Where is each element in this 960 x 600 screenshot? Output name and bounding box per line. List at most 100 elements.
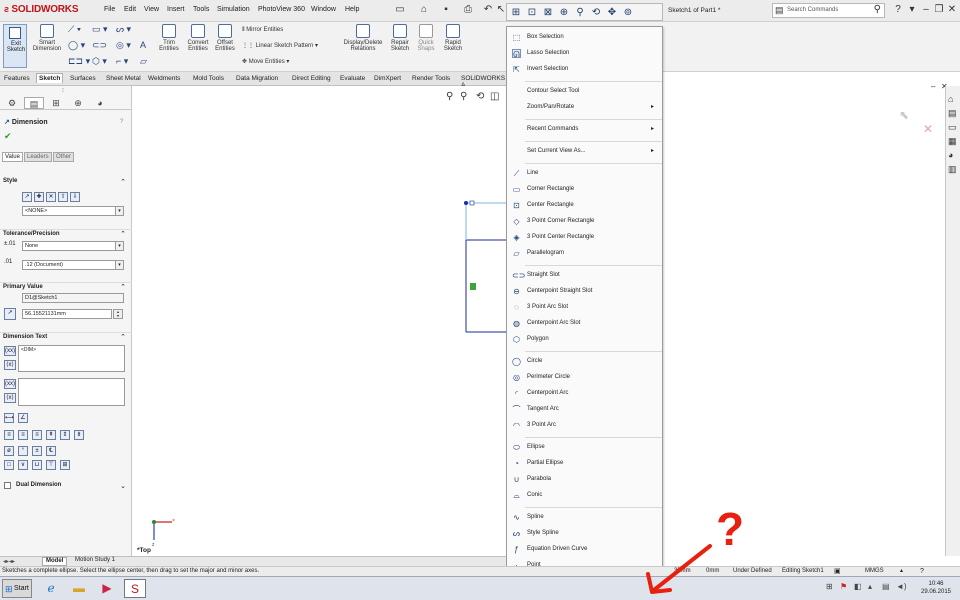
rapid-sketch-button[interactable]: Rapid Sketch bbox=[440, 24, 466, 52]
tab-render-tools[interactable]: Render Tools bbox=[410, 74, 452, 83]
line-tool-icon[interactable]: ⟋ ▾ bbox=[68, 24, 81, 35]
justify-bottom-icon[interactable]: ⇟ bbox=[74, 430, 84, 440]
tab-scroll-arrows-icon[interactable]: ◂▸◂▸ bbox=[3, 558, 15, 565]
rectangle-tool-icon[interactable]: ▭ ▾ bbox=[92, 24, 108, 35]
repair-sketch-button[interactable]: Repair Sketch bbox=[388, 24, 412, 52]
start-button[interactable]: ⊞ Start bbox=[2, 579, 32, 598]
menu-item-3-point-center-rectangle[interactable]: ◈ 3 Point Center Rectangle bbox=[507, 230, 662, 244]
display-delete-relations-button[interactable]: Display/Delete Relations bbox=[340, 24, 386, 52]
center-text-icon[interactable]: ⟷ bbox=[4, 413, 14, 423]
tab-weldments[interactable]: Weldments bbox=[146, 74, 182, 83]
view-orientation-icon[interactable]: ⊚ bbox=[622, 7, 634, 18]
tab-data-migration[interactable]: Data Migration bbox=[234, 74, 280, 83]
spline-tool-icon[interactable]: ᔕ ▾ bbox=[116, 24, 131, 35]
menu-edit[interactable]: Edit bbox=[124, 6, 136, 13]
subtab-value[interactable]: Value bbox=[2, 152, 23, 162]
graphics-area-right[interactable]: – ✕ ⬉ ✕ bbox=[663, 82, 948, 556]
mirror-entities-button[interactable]: ⫴ Mirror Entities bbox=[242, 27, 283, 34]
linear-sketch-pattern-button[interactable]: ⋮⋮ Linear Sketch Pattern ▾ bbox=[242, 42, 318, 49]
file-explorer-icon[interactable]: ▭ bbox=[948, 122, 957, 133]
primary-value-section-header[interactable]: Primary Value ⌃ bbox=[0, 282, 132, 291]
menu-item-lasso-selection[interactable]: ᘏ Lasso Selection bbox=[507, 46, 662, 60]
degree-symbol-icon[interactable]: ° bbox=[18, 446, 28, 456]
subtab-other[interactable]: Other bbox=[53, 152, 75, 162]
square-symbol-icon[interactable]: □ bbox=[4, 460, 14, 470]
angle-text-icon[interactable]: ∠ bbox=[18, 413, 28, 423]
minimize-icon[interactable]: – bbox=[920, 4, 932, 16]
dimension-text-area-bottom[interactable] bbox=[18, 378, 125, 406]
help-dropdown-icon[interactable]: ▾ bbox=[906, 4, 918, 16]
menu-tools[interactable]: Tools bbox=[193, 6, 209, 13]
menu-item-parabola[interactable]: ∪ Parabola bbox=[507, 472, 662, 486]
open-document-icon[interactable]: ⌂ bbox=[418, 4, 430, 16]
fillet-tool-icon[interactable]: ⌐ ▾ bbox=[116, 56, 128, 67]
menu-item-conic[interactable]: ⌓ Conic bbox=[507, 488, 662, 502]
menu-item-3-point-corner-rectangle[interactable]: ◇ 3 Point Corner Rectangle bbox=[507, 214, 662, 228]
justify-middle-icon[interactable]: ⇕ bbox=[60, 430, 70, 440]
menu-item-centerpoint-arc[interactable]: ◜ Centerpoint Arc bbox=[507, 386, 662, 400]
tray-arrow-icon[interactable]: ▴ bbox=[868, 582, 872, 591]
menu-item-center-rectangle[interactable]: ⊡ Center Rectangle bbox=[507, 198, 662, 212]
menu-item-zoom-pan-rotate[interactable]: Zoom/Pan/Rotate ▸ bbox=[507, 100, 662, 114]
menu-item-straight-slot[interactable]: ⊂⊃ Straight Slot bbox=[507, 268, 662, 282]
tray-app-icon[interactable]: ◧ bbox=[854, 582, 862, 591]
primary-name-field[interactable]: D1@Sketch1 bbox=[22, 293, 124, 303]
tolerance-section-header[interactable]: Tolerance/Precision ⌃ bbox=[0, 229, 132, 238]
style-section-header[interactable]: Style ⌃ bbox=[0, 178, 132, 186]
convert-entities-button[interactable]: Convert Entities bbox=[184, 24, 212, 52]
dimension-text-area-top[interactable]: <DIM> bbox=[18, 345, 125, 372]
menu-item-centerpoint-arc-slot[interactable]: ◍ Centerpoint Arc Slot bbox=[507, 316, 662, 330]
text-tool-icon[interactable]: A bbox=[140, 40, 146, 50]
menu-help[interactable]: Help bbox=[345, 6, 359, 13]
menu-item-partial-ellipse[interactable]: ◔ Partial Ellipse bbox=[507, 456, 662, 470]
sketch-canvas[interactable] bbox=[132, 86, 506, 556]
system-clock[interactable]: 10:46 29.06.2015 bbox=[914, 580, 958, 596]
search-icon[interactable]: ⚲ bbox=[874, 4, 881, 15]
save-icon[interactable]: ▪ bbox=[440, 4, 452, 16]
justify-top-icon[interactable]: ⇞ bbox=[46, 430, 56, 440]
exit-sketch-button[interactable]: Exit Sketch bbox=[3, 24, 27, 68]
print-icon[interactable]: ⎙ bbox=[462, 4, 474, 16]
tray-network2-icon[interactable]: ▤ bbox=[882, 582, 890, 591]
save-style-icon[interactable]: ⇧ bbox=[58, 192, 68, 202]
offset-entities-button[interactable]: Offset Entities bbox=[212, 24, 238, 52]
circle-tool-icon[interactable]: ◯ ▾ bbox=[68, 40, 85, 51]
menu-item-polygon[interactable]: ⬡ Polygon bbox=[507, 332, 662, 346]
zoom-to-fit-icon[interactable]: ⚲ bbox=[574, 7, 586, 18]
tab-dimxpert[interactable]: DimXpert bbox=[372, 74, 403, 83]
plane-tool-icon[interactable]: ▱ bbox=[140, 56, 147, 67]
parentheses-below-icon[interactable]: (xx) bbox=[4, 379, 16, 389]
window-minimize-icon[interactable]: – bbox=[931, 82, 935, 91]
help-status-icon[interactable]: ? bbox=[920, 567, 924, 576]
close-icon[interactable]: ✕ bbox=[946, 4, 958, 16]
move-entities-button[interactable]: ✥ Move Entities ▾ bbox=[242, 58, 289, 65]
solidworks-taskbar-icon[interactable]: S bbox=[124, 579, 146, 598]
tab-evaluate[interactable]: Evaluate bbox=[338, 74, 367, 83]
confirmation-corner-icon[interactable]: ⬉ bbox=[899, 108, 909, 122]
menu-item-circle[interactable]: ◯ Circle bbox=[507, 354, 662, 368]
align-center-icon[interactable]: ≡ bbox=[18, 430, 28, 440]
tray-volume-icon[interactable]: ◄) bbox=[896, 582, 907, 591]
menu-insert[interactable]: Insert bbox=[167, 6, 185, 13]
tray-flag-icon[interactable]: ⚑ bbox=[840, 582, 847, 591]
tray-network-icon[interactable]: ⊞ bbox=[826, 582, 833, 591]
apply-style-icon[interactable]: ↗ bbox=[22, 192, 32, 202]
value-spinner[interactable]: ▴ ▾ bbox=[113, 309, 123, 319]
menu-item-equation-driven-curve[interactable]: ƒ Equation Driven Curve bbox=[507, 542, 662, 556]
inspection-below-icon[interactable]: ⟨x⟩ bbox=[4, 393, 16, 403]
cancel-corner-icon[interactable]: ✕ bbox=[923, 122, 933, 136]
dimension-text-section-header[interactable]: Dimension Text ⌃ bbox=[0, 332, 132, 341]
inspection-icon[interactable]: ⟨x⟩ bbox=[4, 360, 16, 370]
help-button[interactable]: ? bbox=[120, 119, 123, 125]
graphics-area[interactable]: ⚲ ⚲ ⟲ ◫ × z *Top bbox=[132, 86, 506, 556]
trim-entities-button[interactable]: Trim Entities bbox=[156, 24, 182, 52]
menu-item-perimeter-circle[interactable]: ◎ Perimeter Circle bbox=[507, 370, 662, 384]
parentheses-icon[interactable]: (xx) bbox=[4, 346, 16, 356]
tab-motion-study[interactable]: Motion Study 1 bbox=[72, 557, 118, 566]
centerline-symbol-icon[interactable]: ℄ bbox=[46, 446, 56, 456]
property-manager-tab-icon[interactable]: ▤ bbox=[24, 97, 44, 109]
units-selector[interactable]: MMGS bbox=[865, 567, 884, 576]
slot-tool-icon[interactable]: ⊂⊃ bbox=[92, 40, 107, 51]
tab-features[interactable]: Features bbox=[2, 74, 32, 83]
tab-model[interactable]: Model bbox=[42, 557, 68, 566]
